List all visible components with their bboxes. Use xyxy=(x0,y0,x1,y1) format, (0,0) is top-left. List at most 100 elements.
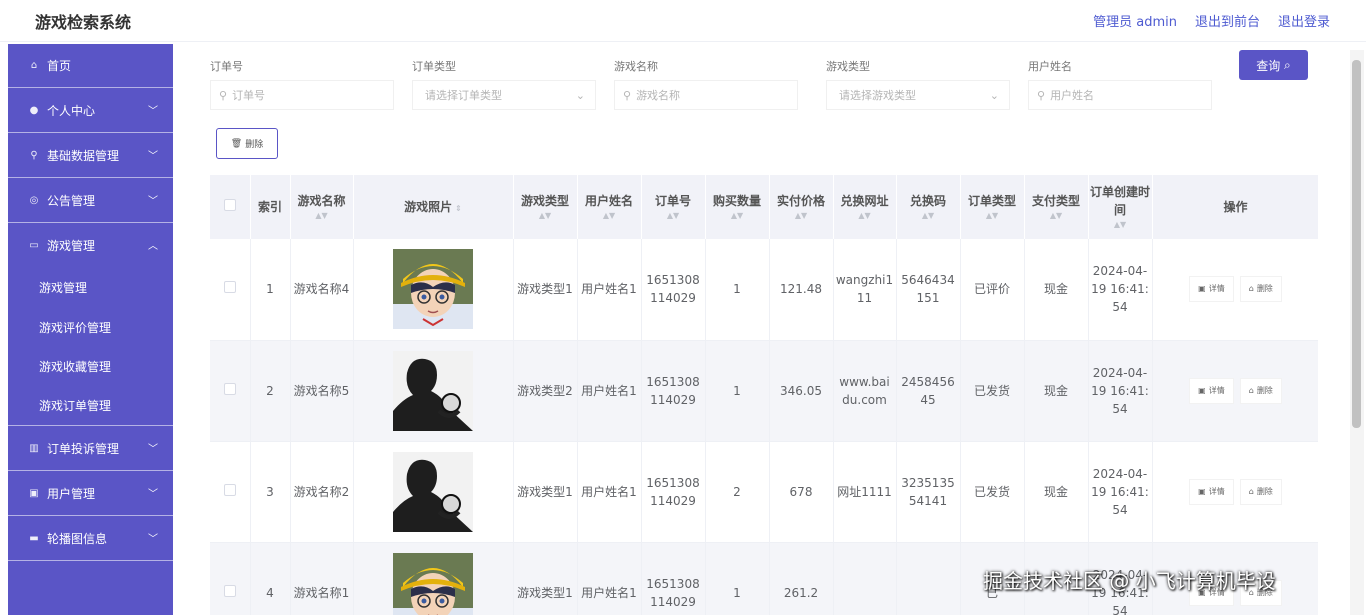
sidebar-subitem-0[interactable]: 游戏管理 xyxy=(8,268,173,308)
frontend-link[interactable]: 退出到前台 xyxy=(1195,11,1260,30)
logout-link[interactable]: 退出登录 xyxy=(1278,11,1330,30)
admin-label[interactable]: 管理员 admin xyxy=(1093,11,1177,30)
chevron-down-icon: ﹀ xyxy=(148,489,158,500)
column-header-11[interactable]: 支付类型 ▲▼ xyxy=(1024,175,1089,239)
sort-icon[interactable]: ▲▼ xyxy=(1089,219,1152,230)
cell-created: 2024-04-19 16:41:54 xyxy=(1088,239,1153,341)
row-checkbox[interactable] xyxy=(223,281,236,294)
sort-icon[interactable]: ▲▼ xyxy=(961,210,1024,221)
batch-delete-label: 删除 xyxy=(245,140,264,150)
cell-text: 1 xyxy=(733,282,741,297)
row-checkbox[interactable] xyxy=(223,382,236,395)
sidebar-item-2[interactable]: ◎ 公告管理 ﹀ xyxy=(8,178,173,223)
sidebar-item-label: 订单投诉管理 xyxy=(47,441,120,456)
column-header-8[interactable]: 兑换网址 ▲▼ xyxy=(833,175,897,239)
search-placeholder: 订单号 xyxy=(232,89,266,102)
search-input-2[interactable]: ⚲ 游戏名称 xyxy=(614,80,798,110)
column-header-6[interactable]: 购买数量 ▲▼ xyxy=(705,175,770,239)
sort-icon[interactable]: ▲▼ xyxy=(706,210,769,221)
cell-text: 游戏类型1 xyxy=(517,484,573,499)
sort-icon[interactable]: ▲▼ xyxy=(291,210,353,221)
query-button[interactable]: 查询 ⌕ xyxy=(1239,50,1308,80)
row-checkbox-cell xyxy=(210,441,251,543)
delete-button[interactable]: ⌂ 删除 xyxy=(1239,478,1282,505)
cell-user: 用户姓名1 xyxy=(577,542,642,615)
search-select-3[interactable]: 请选择游戏类型 ⌄ xyxy=(826,80,1010,110)
select-all-checkbox[interactable] xyxy=(223,199,236,211)
delete-button[interactable]: ⌂ 删除 xyxy=(1239,276,1282,303)
sort-icon[interactable]: ▲▼ xyxy=(897,210,960,221)
delete-button[interactable]: ⌂ 删除 xyxy=(1239,377,1282,404)
search-placeholder: 用户姓名 xyxy=(1050,89,1095,102)
trash-icon: 🗑︎ xyxy=(230,138,243,149)
column-header-label: 兑换网址 xyxy=(840,194,889,209)
cell-qty: 2 xyxy=(705,441,770,543)
detail-button[interactable]: ▣ 详情 xyxy=(1189,377,1234,404)
row-checkbox[interactable] xyxy=(223,584,236,597)
search-placeholder: 请选择订单类型 xyxy=(425,89,502,102)
sort-icon[interactable]: ▲▼ xyxy=(1025,210,1088,221)
trash-icon: ⌂ xyxy=(1248,385,1254,395)
cell-code: 323513554141 xyxy=(896,441,961,543)
column-header-2[interactable]: 游戏照片 ⇕ xyxy=(353,175,514,239)
scrollbar[interactable] xyxy=(1350,50,1364,615)
sidebar-subitem-3[interactable]: 游戏订单管理 xyxy=(8,387,173,426)
batch-delete-button[interactable]: 🗑︎ 删除 xyxy=(216,128,278,159)
table-row: 3 游戏名称2 游戏类型1 用户姓名1 1651308114029 2 678 网址1111 3… xyxy=(210,441,1318,543)
sidebar-item-5[interactable]: ▣ 用户管理 ﹀ xyxy=(8,471,173,516)
column-header-12[interactable]: 订单创建时间 ▲▼ xyxy=(1088,175,1153,239)
detail-button[interactable]: ▣ 详情 xyxy=(1189,478,1234,505)
table-header-row: 索引 游戏名称 ▲▼ 游戏照片 ⇕ 游戏类型 ▲▼ 用户姓名 ▲▼ 订单号 ▲▼ 购买数量 ▲▼ 实付价格… xyxy=(210,175,1318,239)
cell-qty: 1 xyxy=(705,239,770,341)
sort-icon[interactable]: ⇕ xyxy=(455,204,462,213)
detail-button[interactable]: ▣ 详情 xyxy=(1189,276,1234,303)
cell-text: 游戏名称2 xyxy=(293,484,350,499)
cell-text: 1 xyxy=(266,282,274,297)
column-header-10[interactable]: 订单类型 ▲▼ xyxy=(960,175,1025,239)
search-input-4[interactable]: ⚲ 用户姓名 xyxy=(1028,80,1212,110)
sidebar-item-3[interactable]: ▭ 游戏管理 ︿ xyxy=(8,223,173,268)
detail-icon: ▣ xyxy=(1198,486,1206,496)
cell-code: 245845645 xyxy=(896,340,961,442)
sidebar-item-4[interactable]: ▥ 订单投诉管理 ﹀ xyxy=(8,426,173,471)
column-header-9[interactable]: 兑换码 ▲▼ xyxy=(896,175,961,239)
sort-icon[interactable]: ▲▼ xyxy=(514,210,577,221)
column-header-4[interactable]: 用户姓名 ▲▼ xyxy=(577,175,642,239)
chevron-down-icon: ⌄ xyxy=(575,88,585,102)
cell-user: 用户姓名1 xyxy=(577,239,642,341)
column-header-label: 操作 xyxy=(1223,200,1248,214)
column-header-7[interactable]: 实付价格 ▲▼ xyxy=(769,175,834,239)
cell-text: 1 xyxy=(733,585,741,600)
column-header-1[interactable]: 游戏名称 ▲▼ xyxy=(290,175,354,239)
sidebar-item-0[interactable]: ● 个人中心 ﹀ xyxy=(8,88,173,133)
search-label-2: 游戏名称 xyxy=(614,60,658,73)
cell-pay_type: 现金 xyxy=(1024,239,1089,341)
sidebar-item-home[interactable]: ⌂ 首页 xyxy=(8,44,173,88)
cell-index: 4 xyxy=(250,542,291,615)
sidebar-subitem-1[interactable]: 游戏评价管理 xyxy=(8,308,173,348)
row-checkbox-cell xyxy=(210,239,251,341)
sort-icon[interactable]: ▲▼ xyxy=(834,210,896,221)
search-select-1[interactable]: 请选择订单类型 ⌄ xyxy=(412,80,596,110)
column-header-5[interactable]: 订单号 ▲▼ xyxy=(641,175,706,239)
cell-qty: 1 xyxy=(705,542,770,615)
game-photo xyxy=(393,350,473,431)
scrollbar-thumb[interactable] xyxy=(1352,60,1361,428)
sort-icon[interactable]: ▲▼ xyxy=(578,210,641,221)
row-checkbox[interactable] xyxy=(223,483,236,496)
cell-text: 游戏类型2 xyxy=(517,383,573,398)
sidebar-item-1[interactable]: ⚲ 基础数据管理 ﹀ xyxy=(8,133,173,178)
cell-index: 2 xyxy=(250,340,291,442)
cell-name: 游戏名称5 xyxy=(290,340,354,442)
carousel-icon: ▬ xyxy=(29,532,39,544)
cell-photo xyxy=(353,441,514,543)
cell-text: 2 xyxy=(733,484,741,499)
sort-icon[interactable]: ▲▼ xyxy=(770,210,833,221)
detail-label: 详情 xyxy=(1208,284,1225,294)
sidebar-item-6[interactable]: ▬ 轮播图信息 ﹀ xyxy=(8,516,173,561)
sidebar-subitem-2[interactable]: 游戏收藏管理 xyxy=(8,347,173,387)
chevron-down-icon: ﹀ xyxy=(148,444,158,455)
column-header-3[interactable]: 游戏类型 ▲▼ xyxy=(513,175,578,239)
sort-icon[interactable]: ▲▼ xyxy=(642,210,705,221)
search-input-0[interactable]: ⚲ 订单号 xyxy=(210,80,394,110)
